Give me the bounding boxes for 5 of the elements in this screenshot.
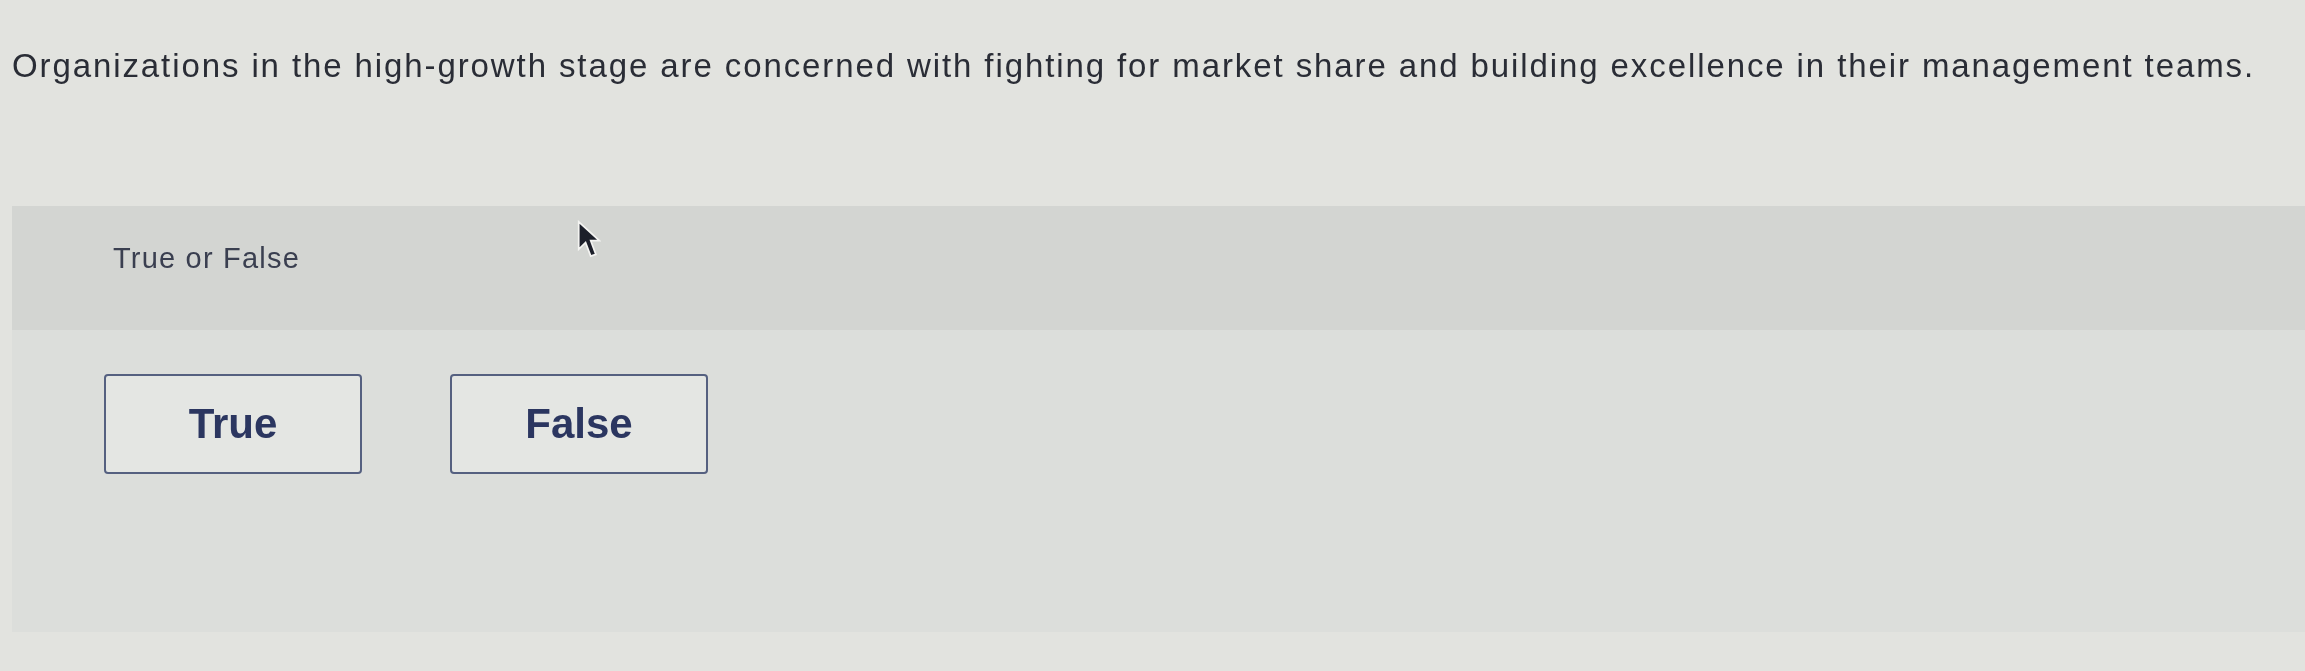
prompt-text: True or False [113, 241, 300, 276]
answer-option-button[interactable]: False [450, 374, 708, 474]
answer-option-button[interactable]: True [104, 374, 362, 474]
mouse-pointer-icon [577, 220, 601, 258]
question-text: Organizations in the high-growth stage are concerned with fighting for market share and building excellence in their management teams. [12, 46, 2257, 86]
